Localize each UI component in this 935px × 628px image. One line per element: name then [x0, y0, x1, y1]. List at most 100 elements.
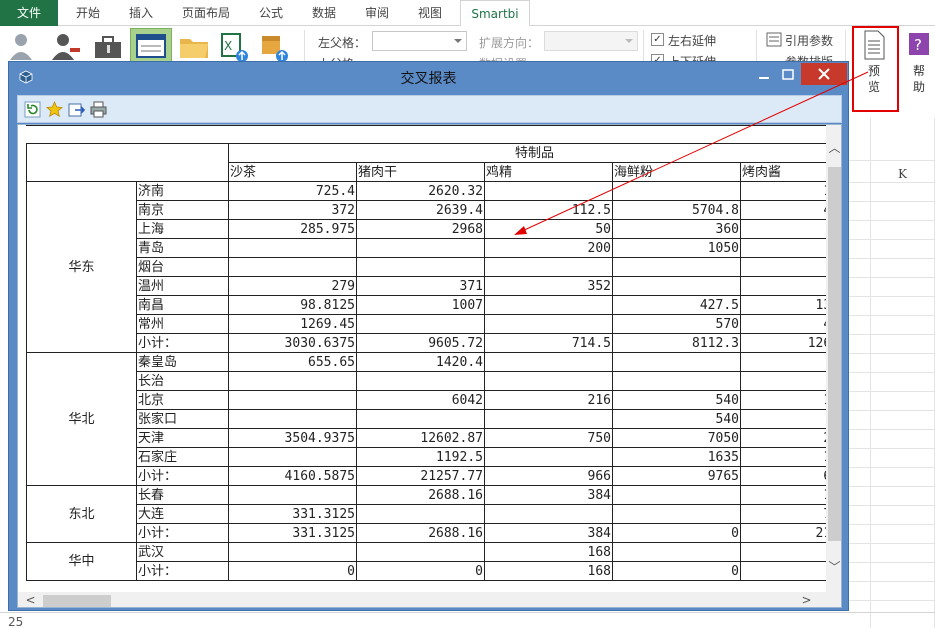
horizontal-scrollbar[interactable]: < >: [18, 592, 826, 607]
user-remove-icon[interactable]: [50, 30, 82, 64]
grid-line: [848, 448, 935, 449]
value-cell: 1635: [612, 447, 741, 467]
svg-text:?: ?: [914, 36, 922, 54]
maximize-icon[interactable]: [777, 66, 799, 84]
open-folder-icon[interactable]: [178, 30, 210, 64]
grid-line: [848, 581, 935, 582]
city-cell: 常州: [136, 314, 229, 334]
scroll-right-icon[interactable]: >: [798, 593, 815, 607]
value-cell: 1050: [612, 238, 741, 258]
value-cell: 1420.4: [356, 352, 485, 372]
value-cell: 9605.72: [356, 333, 485, 353]
table-row: 张家口 540: [27, 409, 841, 429]
left-parent-combo[interactable]: [372, 31, 467, 51]
help-button[interactable]: ? 帮助: [906, 30, 932, 95]
help-label: 帮助: [912, 64, 925, 94]
extend-lr-checkbox[interactable]: ✓: [651, 33, 664, 46]
value-cell: 427.5: [612, 295, 741, 315]
toolbox-icon[interactable]: [92, 30, 124, 64]
value-cell: 0: [612, 561, 741, 581]
city-cell: 上海: [136, 219, 229, 239]
excel-publish-icon[interactable]: X: [218, 30, 250, 64]
region-cell: 华北: [26, 352, 137, 486]
product-column-header: 鸡精: [484, 162, 613, 182]
tab-data[interactable]: 数据: [300, 0, 348, 26]
table-row: 南昌98.81251007427.5137: [27, 295, 841, 315]
row-header-25[interactable]: 25: [8, 615, 23, 628]
grid-line: [848, 239, 935, 240]
table-row: 石家庄1192.5163510: [27, 447, 841, 467]
grid-line: [848, 562, 935, 563]
scrollbar-corner: [826, 592, 841, 607]
table-row: 上海 285.975 2968 50 360: [27, 219, 841, 239]
value-cell: 2620.32: [356, 181, 485, 201]
dialog-title-bar[interactable]: 交叉报表: [9, 62, 848, 92]
value-cell: 4160.5875: [228, 466, 357, 486]
grid-line: [848, 353, 935, 354]
table-row: 烟台: [27, 257, 841, 277]
value-cell: 0: [356, 561, 485, 581]
vertical-scroll-thumb[interactable]: [828, 167, 841, 541]
package-publish-icon[interactable]: [258, 30, 290, 64]
user-add-icon[interactable]: [8, 30, 40, 64]
scroll-left-icon[interactable]: <: [22, 593, 39, 607]
value-cell: [612, 257, 741, 277]
table-row: 温州 279 371 352: [27, 276, 841, 296]
grid-line: [848, 160, 935, 161]
tab-insert[interactable]: 插入: [116, 0, 166, 26]
refresh-icon[interactable]: [24, 101, 41, 118]
city-cell: 南京: [136, 200, 229, 220]
value-cell: 6042: [356, 390, 485, 410]
table-row: 华北秦皇岛655.651420.46: [26, 352, 841, 486]
value-cell: 1192.5: [356, 447, 485, 467]
favorite-star-icon[interactable]: [46, 101, 63, 118]
scroll-down-icon[interactable]: ﹀: [826, 558, 841, 575]
reference-parameter-icon[interactable]: [766, 32, 782, 47]
grid-line: [848, 505, 935, 506]
scroll-up-icon[interactable]: ︿: [826, 139, 841, 156]
svg-text:X: X: [224, 39, 232, 53]
report-viewport[interactable]: 特制品沙茶猪肉干鸡精海鲜粉烤肉酱华东济南725.42620.3210南京3722…: [17, 124, 842, 608]
city-cell: 小计：: [136, 466, 229, 486]
value-cell: 352: [484, 276, 613, 296]
reference-parameter-label[interactable]: 引用参数: [785, 32, 833, 49]
value-cell: 540: [612, 390, 741, 410]
column-header-k[interactable]: K: [898, 167, 907, 181]
grid-line: [848, 182, 935, 183]
minimize-icon[interactable]: [753, 66, 775, 84]
value-cell: [484, 371, 613, 391]
vertical-scrollbar[interactable]: ︿ ﹀: [826, 125, 841, 592]
form-window-icon[interactable]: [135, 30, 167, 64]
value-cell: 2968: [356, 219, 485, 239]
value-cell: [612, 181, 741, 201]
category-group-header: 特制品: [228, 143, 841, 163]
value-cell: [612, 352, 741, 372]
table-row: 东北长春2688.1638414: [26, 485, 841, 543]
value-cell: 200: [484, 238, 613, 258]
tab-file[interactable]: 文件: [0, 0, 58, 26]
tab-formulas[interactable]: 公式: [248, 0, 294, 26]
grid-line: [848, 258, 935, 259]
expand-direction-combo[interactable]: [544, 31, 638, 51]
value-cell: 540: [612, 409, 741, 429]
value-cell: [612, 504, 741, 524]
value-cell: [484, 181, 613, 201]
close-button[interactable]: [801, 63, 847, 85]
export-icon[interactable]: [68, 101, 85, 118]
tab-view[interactable]: 视图: [406, 0, 454, 26]
city-cell: 武汉: [136, 542, 229, 562]
dialog-title: 交叉报表: [400, 71, 457, 87]
value-cell: [228, 542, 357, 562]
tab-review[interactable]: 审阅: [352, 0, 402, 26]
value-cell: [484, 504, 613, 524]
print-icon[interactable]: [90, 101, 107, 118]
product-column-header: 沙茶: [228, 162, 357, 182]
tab-page-layout[interactable]: 页面布局: [170, 0, 242, 26]
region-cell: 华东: [26, 181, 137, 353]
tab-home[interactable]: 开始: [62, 0, 114, 26]
tab-smartbi[interactable]: Smartbi: [460, 0, 530, 27]
value-cell: [228, 257, 357, 277]
city-cell: 南昌: [136, 295, 229, 315]
value-cell: [228, 371, 357, 391]
horizontal-scroll-thumb[interactable]: [43, 595, 111, 607]
